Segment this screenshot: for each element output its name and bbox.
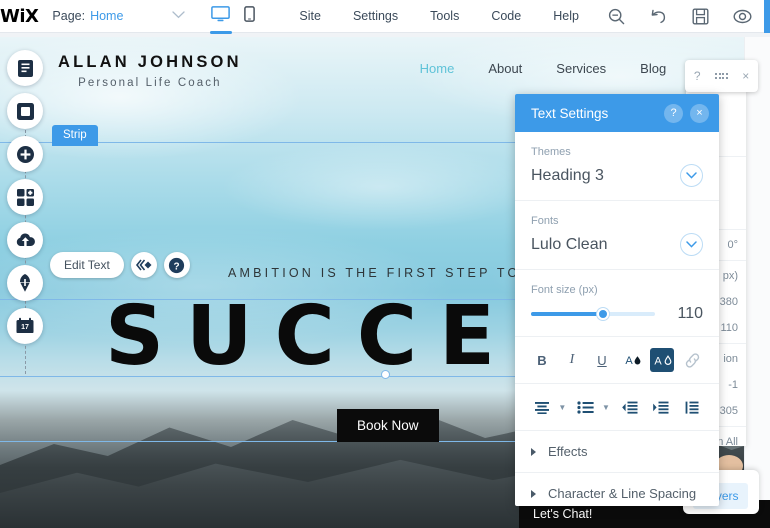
svg-text:A: A — [654, 355, 662, 367]
font-size-label: Font size (px) — [531, 284, 598, 296]
effects-label: Effects — [548, 444, 588, 459]
preview-icon[interactable] — [722, 0, 764, 33]
text-highlight-button[interactable]: A — [650, 348, 674, 372]
text-settings-header: Text Settings ? × — [515, 94, 719, 132]
fonts-label: Fonts — [531, 215, 559, 227]
effects-accordion[interactable]: Effects — [515, 431, 719, 473]
brand-title: ALLAN JOHNSON — [58, 53, 242, 71]
themes-section[interactable]: Themes Heading 3 — [515, 132, 719, 201]
spacing-accordion[interactable]: Character & Line Spacing — [515, 473, 719, 506]
increase-indent-button[interactable] — [649, 395, 673, 419]
sidebar-item-add-apps[interactable] — [7, 179, 43, 215]
editor-topbar[interactable]: WiX Page: Home Site Settings Tools Code — [0, 0, 770, 34]
font-size-value[interactable]: 110 — [677, 305, 703, 323]
element-edit-toolbar[interactable]: Edit Text ? — [50, 252, 190, 278]
site-nav-services[interactable]: Services — [539, 61, 623, 76]
menu-item-tools[interactable]: Tools — [414, 0, 475, 33]
topbar-shadow-line — [0, 33, 770, 37]
menu-item-site[interactable]: Site — [283, 0, 337, 33]
floating-mini-toolbar[interactable]: ? × — [685, 60, 758, 92]
svg-text:17: 17 — [21, 324, 29, 331]
format-row-primary[interactable]: B I U A A — [515, 337, 719, 384]
strip-label[interactable]: Strip — [52, 125, 98, 146]
text-direction-button[interactable] — [680, 395, 704, 419]
themes-label: Themes — [531, 146, 571, 158]
topbar-actions[interactable]: Publish — [595, 0, 770, 33]
panel-close-icon[interactable]: × — [690, 103, 709, 123]
text-settings-panel[interactable]: Text Settings ? × Themes Heading 3 Fonts… — [515, 94, 719, 506]
close-icon[interactable]: × — [736, 66, 756, 86]
font-size-slider[interactable] — [531, 308, 655, 320]
link-button[interactable] — [680, 348, 704, 372]
svg-text:A: A — [625, 355, 633, 367]
sidebar-item-bookings[interactable]: 17 — [7, 308, 43, 344]
themes-value: Heading 3 — [531, 166, 604, 184]
site-brand: ALLAN JOHNSON Personal Life Coach — [58, 53, 242, 89]
triangle-right-icon — [531, 447, 536, 456]
text-align-button[interactable] — [530, 395, 554, 419]
right-edge-strip — [744, 37, 770, 528]
animation-icon[interactable] — [130, 252, 157, 278]
mobile-view-icon[interactable] — [244, 5, 256, 27]
brand-subtitle: Personal Life Coach — [78, 77, 222, 89]
panel-title: Text Settings — [531, 105, 609, 121]
help-icon[interactable]: ? — [163, 252, 190, 278]
site-nav-blog[interactable]: Blog — [623, 61, 683, 76]
list-chevron-down-icon[interactable]: ▼ — [602, 403, 610, 412]
chevron-down-icon[interactable] — [680, 164, 703, 187]
chevron-down-icon[interactable] — [680, 233, 703, 256]
font-size-section[interactable]: Font size (px) 110 — [515, 270, 719, 337]
menu-item-settings[interactable]: Settings — [337, 0, 414, 33]
site-nav-about[interactable]: About — [471, 61, 539, 76]
italic-button[interactable]: I — [560, 348, 584, 372]
menu-item-help[interactable]: Help — [537, 0, 595, 33]
sidebar-item-blog[interactable] — [7, 265, 43, 301]
undo-icon[interactable] — [638, 0, 680, 33]
publish-button[interactable]: Publish — [763, 0, 770, 33]
book-now-button[interactable]: Book Now — [337, 409, 439, 442]
editor-menu[interactable]: Site Settings Tools Code Help — [271, 0, 595, 32]
svg-text:?: ? — [174, 261, 180, 272]
bold-button[interactable]: B — [530, 348, 554, 372]
chat-label: Let's Chat! — [533, 507, 593, 521]
sidebar-item-add-element[interactable] — [7, 136, 43, 172]
text-color-button[interactable]: A — [620, 348, 644, 372]
format-row-secondary[interactable]: ▼ ▼ — [515, 384, 719, 431]
page-current-value: Home — [90, 9, 124, 23]
panel-help-icon[interactable]: ? — [664, 103, 683, 123]
page-prefix-label: Page: — [52, 9, 86, 23]
sidebar-item-my-uploads[interactable] — [7, 222, 43, 258]
device-switcher[interactable] — [195, 0, 271, 34]
menu-item-code[interactable]: Code — [475, 0, 537, 33]
site-nav-home[interactable]: Home — [403, 61, 472, 76]
triangle-right-icon — [531, 489, 536, 498]
slider-knob[interactable] — [597, 308, 609, 320]
spacing-label: Character & Line Spacing — [548, 486, 697, 501]
active-device-underline — [209, 30, 232, 34]
drag-grip-icon[interactable] — [711, 66, 731, 86]
underline-button[interactable]: U — [590, 348, 614, 372]
page-selector[interactable]: Page: Home — [38, 0, 195, 32]
selection-handle-bottom[interactable] — [381, 370, 390, 379]
hero-tagline[interactable]: AMBITION IS THE FIRST STEP TOWAR — [228, 266, 559, 280]
site-header: ALLAN JOHNSON Personal Life Coach Home A… — [0, 37, 770, 92]
slider-fill — [531, 312, 603, 316]
desktop-view-icon[interactable] — [209, 5, 232, 34]
save-icon[interactable] — [680, 0, 722, 33]
wix-logo[interactable]: WiX — [0, 0, 39, 32]
align-chevron-down-icon[interactable]: ▼ — [558, 403, 566, 412]
edit-text-button[interactable]: Edit Text — [50, 252, 124, 278]
sidebar-item-menus-and-pages[interactable] — [7, 50, 43, 86]
decrease-indent-button[interactable] — [617, 395, 641, 419]
left-sidebar[interactable]: 17 — [7, 50, 43, 374]
chevron-down-icon[interactable] — [172, 10, 186, 22]
fonts-value: Lulo Clean — [531, 235, 608, 253]
zoom-out-icon[interactable] — [596, 0, 638, 33]
bullet-list-button[interactable] — [574, 395, 598, 419]
fonts-section[interactable]: Fonts Lulo Clean — [515, 201, 719, 270]
sidebar-item-background[interactable] — [7, 93, 43, 129]
mini-help-icon[interactable]: ? — [687, 66, 707, 86]
